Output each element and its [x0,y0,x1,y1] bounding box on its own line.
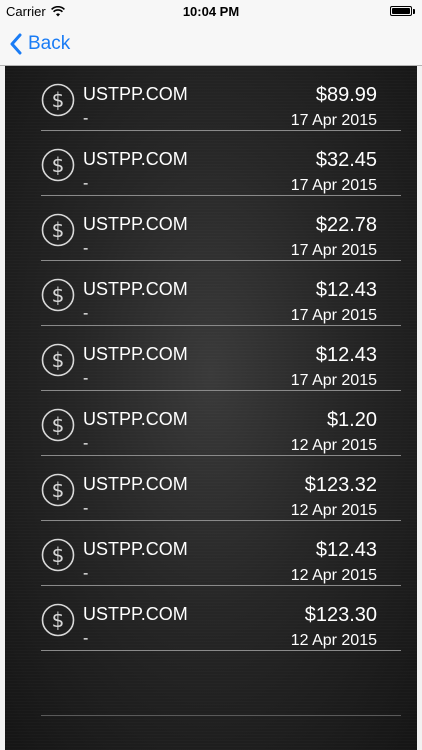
merchant-name: USTPP.COM [83,474,188,494]
transaction-amount: $12.43 [315,279,377,301]
transaction-date: 17 Apr 2015 [290,372,377,389]
svg-text:$: $ [52,608,65,632]
transaction-subtitle: - [83,110,89,127]
transaction-subtitle: - [83,435,89,452]
right-edge [417,66,422,750]
dollar-circle-icon: $ [41,473,75,507]
transaction-row[interactable]: $ USTPP.COM - $123.30 12 Apr 2015 [41,586,401,651]
transaction-amount: $12.43 [315,539,377,561]
svg-text:$: $ [52,218,65,242]
transaction-amount: $123.32 [304,474,377,496]
dollar-circle-icon: $ [41,538,75,572]
transaction-date: 17 Apr 2015 [290,177,377,194]
status-time: 10:04 PM [182,4,240,19]
transaction-row[interactable]: $ USTPP.COM - $123.32 12 Apr 2015 [41,456,401,521]
chevron-left-icon [10,33,22,55]
svg-text:$: $ [52,478,65,502]
empty-row-divider [41,715,401,716]
transaction-subtitle: - [83,630,89,647]
transaction-date: 17 Apr 2015 [290,112,377,129]
transaction-amount: $22.78 [315,214,377,236]
transaction-date: 12 Apr 2015 [290,567,377,584]
transaction-amount: $89.99 [315,84,377,106]
dollar-circle-icon: $ [41,343,75,377]
merchant-name: USTPP.COM [83,214,188,234]
svg-text:$: $ [52,413,65,437]
transaction-subtitle: - [83,500,89,517]
svg-text:$: $ [52,543,65,567]
svg-text:$: $ [52,348,65,372]
transaction-row[interactable]: $ USTPP.COM - $32.45 17 Apr 2015 [41,131,401,196]
dollar-circle-icon: $ [41,603,75,637]
transaction-row[interactable]: $ USTPP.COM - $12.43 17 Apr 2015 [41,261,401,326]
merchant-name: USTPP.COM [83,604,188,624]
transaction-date: 17 Apr 2015 [290,307,377,324]
transaction-amount: $123.30 [304,604,377,626]
transaction-row[interactable]: $ USTPP.COM - $22.78 17 Apr 2015 [41,196,401,261]
transaction-row[interactable]: $ USTPP.COM - $1.20 12 Apr 2015 [41,391,401,456]
back-label: Back [28,33,71,54]
transaction-date: 12 Apr 2015 [290,437,377,454]
dollar-circle-icon: $ [41,408,75,442]
transaction-amount: $1.20 [326,409,377,431]
transaction-date: 12 Apr 2015 [290,502,377,519]
transaction-list-container[interactable]: $ USTPP.COM - $89.99 17 Apr 2015 $ USTPP.COM - $… [5,66,417,750]
dollar-circle-icon: $ [41,83,75,117]
navigation-bar: Back [0,22,422,66]
transaction-row[interactable]: $ USTPP.COM - $12.43 17 Apr 2015 [41,326,401,391]
transaction-amount: $32.45 [315,149,377,171]
merchant-name: USTPP.COM [83,539,188,559]
transaction-subtitle: - [83,565,89,582]
dollar-circle-icon: $ [41,278,75,312]
svg-text:$: $ [52,88,65,112]
battery-icon [390,6,415,16]
back-button[interactable]: Back [10,30,70,58]
transaction-amount: $12.43 [315,344,377,366]
transaction-subtitle: - [83,305,89,322]
transaction-row[interactable]: $ USTPP.COM - $12.43 12 Apr 2015 [41,521,401,586]
transaction-subtitle: - [83,240,89,257]
merchant-name: USTPP.COM [83,84,188,104]
merchant-name: USTPP.COM [83,344,188,364]
transaction-subtitle: - [83,370,89,387]
transaction-row[interactable]: $ USTPP.COM - $89.99 17 Apr 2015 [41,66,401,131]
dollar-circle-icon: $ [41,148,75,182]
svg-text:$: $ [52,153,65,177]
merchant-name: USTPP.COM [83,409,188,429]
transaction-date: 12 Apr 2015 [290,632,377,649]
status-bar: Carrier 10:04 PM [0,0,422,22]
transaction-subtitle: - [83,175,89,192]
transaction-date: 17 Apr 2015 [290,242,377,259]
merchant-name: USTPP.COM [83,149,188,169]
dollar-circle-icon: $ [41,213,75,247]
merchant-name: USTPP.COM [83,279,188,299]
svg-text:$: $ [52,283,65,307]
